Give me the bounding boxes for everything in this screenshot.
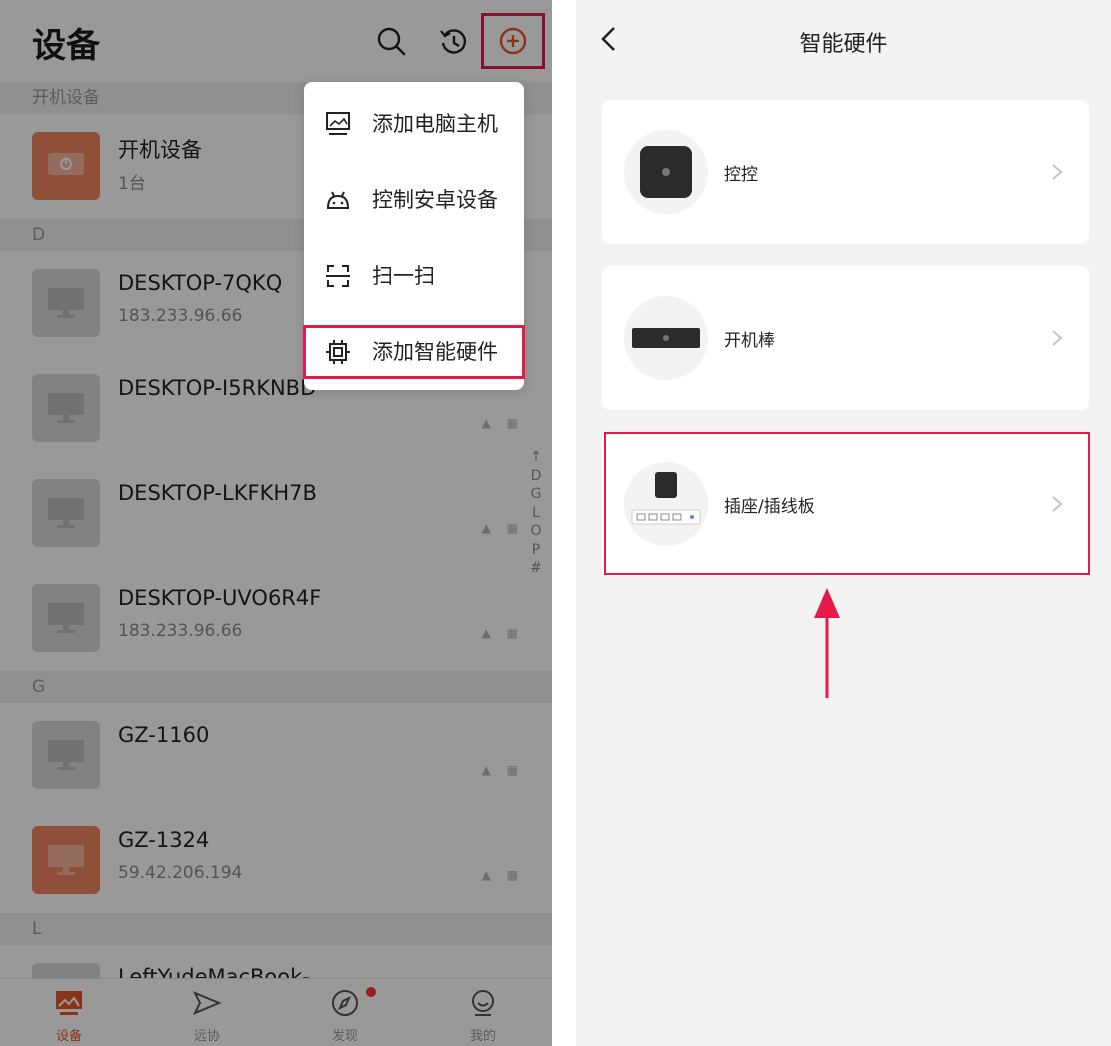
- menu-label: 扫一扫: [372, 264, 435, 288]
- add-menu: 添加电脑主机 控制安卓设备 扫一扫 添加智能硬件: [303, 82, 525, 390]
- scan-icon: [326, 265, 350, 287]
- header: 智能硬件: [576, 0, 1111, 82]
- chevron-right-icon: [1052, 164, 1063, 180]
- kongkong-device-image: [624, 130, 708, 214]
- menu-label: 添加智能硬件: [372, 340, 498, 364]
- highlight-box: [604, 432, 1090, 575]
- arrow-up-icon: [814, 588, 840, 698]
- menu-item-scan[interactable]: 扫一扫: [304, 238, 524, 314]
- hardware-card-kongkong[interactable]: 控控: [602, 100, 1089, 244]
- menu-item-add-smart-hardware[interactable]: 添加智能硬件: [303, 325, 525, 379]
- chevron-right-icon: [1052, 330, 1063, 346]
- smart-hardware-screen: 智能硬件 控控 开机棒 插座/插线板: [576, 0, 1111, 1046]
- menu-item-add-pc[interactable]: 添加电脑主机: [304, 86, 524, 162]
- chip-icon: [326, 340, 350, 364]
- boot-stick-device-image: [624, 296, 708, 380]
- page-title: 智能硬件: [799, 32, 888, 57]
- card-label: 开机棒: [724, 331, 775, 351]
- menu-label: 控制安卓设备: [372, 188, 498, 212]
- desktop-icon: [326, 112, 350, 135]
- menu-label: 添加电脑主机: [372, 112, 498, 136]
- card-label: 控控: [724, 165, 758, 185]
- menu-item-android[interactable]: 控制安卓设备: [304, 162, 524, 238]
- android-icon: [326, 191, 350, 209]
- device-list-screen: 设备 开机设备 开机设备 1台 D DESKTOP-7QKQ 183.233.9…: [0, 0, 552, 1046]
- hardware-card-boot-stick[interactable]: 开机棒: [602, 266, 1089, 410]
